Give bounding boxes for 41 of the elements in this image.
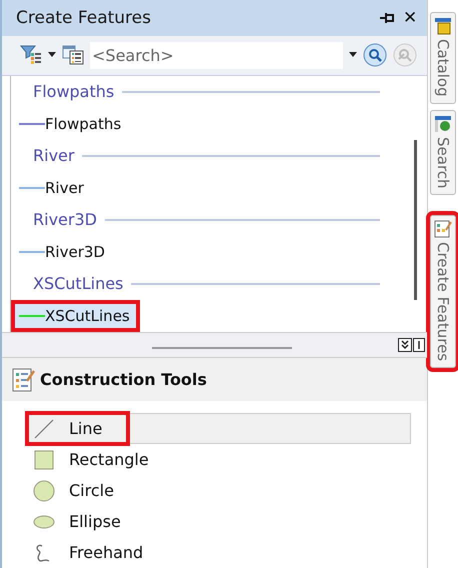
side-tab[interactable]: Catalog — [430, 12, 456, 104]
group-heading: XSCutLines — [33, 274, 124, 294]
group-heading: River3D — [33, 210, 97, 230]
template-item[interactable]: River3D — [15, 240, 111, 264]
tool-item[interactable]: Ellipse — [28, 506, 412, 537]
highlight-frame: Circle — [29, 477, 138, 504]
side-tab[interactable]: Search — [430, 110, 456, 196]
tool-item[interactable]: Rectangle — [28, 444, 412, 475]
pin-icon[interactable] — [378, 10, 395, 25]
search-icon[interactable] — [363, 43, 388, 68]
section-heading: Construction Tools — [40, 370, 207, 390]
construction-tools-icon — [12, 366, 36, 393]
layout-toggle-icon[interactable] — [413, 338, 426, 352]
panel-title: Create Features — [16, 8, 152, 28]
highlight-frame: Ellipse — [29, 508, 145, 535]
catalog-icon — [434, 17, 452, 35]
circle-tool-icon — [33, 480, 55, 502]
template-item[interactable]: Flowpaths — [15, 112, 128, 136]
dropdown-arrow-icon[interactable] — [349, 52, 358, 58]
tool-item[interactable]: Line — [28, 413, 412, 444]
search-field[interactable]: <Search> — [90, 42, 344, 69]
close-button[interactable]: ✕ — [398, 6, 422, 30]
scrollbar[interactable] — [414, 140, 418, 300]
group-heading: River — [33, 146, 74, 166]
highlight-frame: Rectangle — [29, 446, 173, 473]
highlight-frame: Line — [29, 415, 126, 442]
tool-item[interactable]: Circle — [28, 475, 412, 506]
dropdown-arrow-icon[interactable] — [48, 52, 56, 58]
line-tool-icon — [33, 418, 55, 440]
organize-templates-icon[interactable] — [62, 45, 84, 66]
group-heading: Flowpaths — [33, 82, 114, 102]
template-item[interactable]: River — [15, 176, 90, 200]
template-item[interactable]: XSCutLines — [15, 304, 136, 328]
highlight-frame: Freehand — [29, 539, 168, 566]
tool-item[interactable]: Freehand — [28, 537, 412, 568]
search-window-icon — [434, 114, 452, 133]
splitter-grip[interactable] — [152, 346, 292, 349]
collapse-icon[interactable] — [398, 338, 412, 352]
filter-icon[interactable] — [20, 44, 42, 66]
create-features-icon — [434, 220, 452, 238]
rectangle-tool-icon — [33, 448, 55, 470]
